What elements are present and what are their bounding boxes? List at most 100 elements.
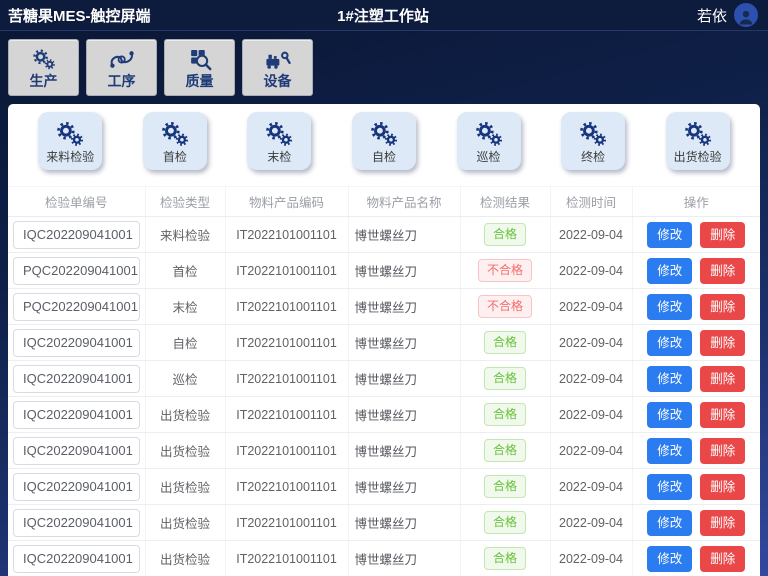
tab-patrol-inspection[interactable]: 巡检 — [457, 112, 521, 170]
tab-incoming-inspection[interactable]: 来料检验 — [38, 112, 102, 170]
edit-button[interactable]: 修改 — [647, 330, 692, 356]
content-panel: 来料检验 首检 末检 自检 巡检 终检 出货检验 — [8, 104, 760, 576]
inspection-tabs: 来料检验 首检 末检 自检 巡检 终检 出货检验 — [8, 104, 760, 170]
order-no-cell: IQC202209041001 — [8, 433, 145, 469]
tab-last-inspection[interactable]: 末检 — [247, 112, 311, 170]
edit-button[interactable]: 修改 — [647, 438, 692, 464]
table-row: IQC202209041001出货检验IT2022101001101博世螺丝刀合… — [8, 397, 760, 433]
time-cell: 2022-09-04 — [550, 325, 632, 361]
table-row: IQC202209041001自检IT2022101001101博世螺丝刀合格2… — [8, 325, 760, 361]
edit-button[interactable]: 修改 — [647, 366, 692, 392]
table-row: IQC202209041001出货检验IT2022101001101博世螺丝刀合… — [8, 541, 760, 576]
material-name-cell: 博世螺丝刀 — [348, 361, 460, 397]
gears-icon — [680, 119, 716, 149]
edit-button[interactable]: 修改 — [647, 258, 692, 284]
inspection-type-cell: 末检 — [145, 289, 225, 325]
column-header-time: 检测时间 — [550, 187, 632, 217]
delete-button[interactable]: 删除 — [700, 258, 745, 284]
gears-icon — [366, 119, 402, 149]
actions-cell: 修改删除 — [632, 541, 760, 576]
result-badge: 合格 — [484, 331, 526, 354]
delete-button[interactable]: 删除 — [700, 330, 745, 356]
result-badge: 合格 — [484, 511, 526, 534]
gears-icon — [29, 47, 59, 72]
result-cell: 不合格 — [460, 289, 550, 325]
order-no-cell: PQC202209041001 — [8, 253, 145, 289]
table-row: IQC202209041001出货检验IT2022101001101博世螺丝刀合… — [8, 433, 760, 469]
material-code-cell: IT2022101001101 — [225, 505, 348, 541]
tab-final-inspection[interactable]: 终检 — [561, 112, 625, 170]
inspection-type-cell: 自检 — [145, 325, 225, 361]
time-cell: 2022-09-04 — [550, 397, 632, 433]
edit-button[interactable]: 修改 — [647, 546, 692, 572]
order-no-value: IQC202209041001 — [13, 221, 140, 249]
order-no-cell: PQC202209041001 — [8, 289, 145, 325]
result-cell: 合格 — [460, 325, 550, 361]
time-cell: 2022-09-04 — [550, 253, 632, 289]
app-title: 苦糖果MES-触控屏端 — [8, 5, 258, 26]
delete-button[interactable]: 删除 — [700, 438, 745, 464]
material-code-cell: IT2022101001101 — [225, 361, 348, 397]
delete-button[interactable]: 删除 — [700, 294, 745, 320]
table-row: PQC202209041001末检IT2022101001101博世螺丝刀不合格… — [8, 289, 760, 325]
inspection-type-cell: 来料检验 — [145, 217, 225, 253]
tab-first-inspection[interactable]: 首检 — [143, 112, 207, 170]
toolbar-button-equipment[interactable]: 设备 — [242, 39, 313, 96]
toolbar-button-label: 设备 — [264, 73, 292, 89]
time-cell: 2022-09-04 — [550, 361, 632, 397]
delete-button[interactable]: 删除 — [700, 510, 745, 536]
edit-button[interactable]: 修改 — [647, 510, 692, 536]
delete-button[interactable]: 删除 — [700, 402, 745, 428]
order-no-value: IQC202209041001 — [13, 365, 140, 393]
result-badge: 合格 — [484, 223, 526, 246]
gears-icon — [157, 119, 193, 149]
order-no-cell: IQC202209041001 — [8, 217, 145, 253]
result-cell: 合格 — [460, 469, 550, 505]
delete-button[interactable]: 删除 — [700, 474, 745, 500]
edit-button[interactable]: 修改 — [647, 222, 692, 248]
avatar[interactable] — [734, 3, 758, 27]
actions-cell: 修改删除 — [632, 469, 760, 505]
order-no-cell: IQC202209041001 — [8, 505, 145, 541]
result-badge: 不合格 — [478, 259, 532, 282]
column-header-material-code: 物料产品编码 — [225, 187, 348, 217]
edit-button[interactable]: 修改 — [647, 474, 692, 500]
table-row: PQC202209041001首检IT2022101001101博世螺丝刀不合格… — [8, 253, 760, 289]
order-no-cell: IQC202209041001 — [8, 397, 145, 433]
time-cell: 2022-09-04 — [550, 217, 632, 253]
toolbar-button-production[interactable]: 生产 — [8, 39, 79, 96]
material-name-cell: 博世螺丝刀 — [348, 397, 460, 433]
tab-self-inspection[interactable]: 自检 — [352, 112, 416, 170]
result-cell: 合格 — [460, 361, 550, 397]
inspection-type-cell: 首检 — [145, 253, 225, 289]
edit-button[interactable]: 修改 — [647, 402, 692, 428]
actions-cell: 修改删除 — [632, 289, 760, 325]
actions-cell: 修改删除 — [632, 325, 760, 361]
material-code-cell: IT2022101001101 — [225, 397, 348, 433]
result-cell: 合格 — [460, 433, 550, 469]
user-icon — [736, 7, 756, 27]
actions-cell: 修改删除 — [632, 253, 760, 289]
material-code-cell: IT2022101001101 — [225, 325, 348, 361]
inspection-type-cell: 巡检 — [145, 361, 225, 397]
time-cell: 2022-09-04 — [550, 505, 632, 541]
delete-button[interactable]: 删除 — [700, 546, 745, 572]
tab-label: 出货检验 — [674, 150, 722, 164]
column-header-actions: 操作 — [632, 187, 760, 217]
gears-icon — [52, 119, 88, 149]
actions-cell: 修改删除 — [632, 397, 760, 433]
material-code-cell: IT2022101001101 — [225, 253, 348, 289]
gears-icon — [261, 119, 297, 149]
result-badge: 不合格 — [478, 295, 532, 318]
column-header-order-no: 检验单编号 — [8, 187, 145, 217]
actions-cell: 修改删除 — [632, 217, 760, 253]
tab-shipment-inspection[interactable]: 出货检验 — [666, 112, 730, 170]
toolbar-button-process[interactable]: 工序 — [86, 39, 157, 96]
order-no-value: PQC202209041001 — [13, 293, 140, 321]
delete-button[interactable]: 删除 — [700, 222, 745, 248]
toolbar-button-quality[interactable]: 质量 — [164, 39, 235, 96]
user-menu[interactable]: 若依 — [508, 3, 758, 27]
material-name-cell: 博世螺丝刀 — [348, 469, 460, 505]
delete-button[interactable]: 删除 — [700, 366, 745, 392]
edit-button[interactable]: 修改 — [647, 294, 692, 320]
